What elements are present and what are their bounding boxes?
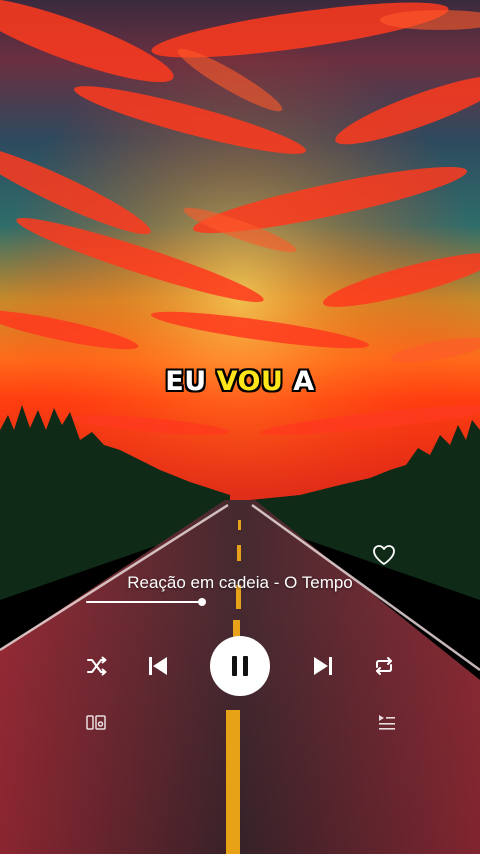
queue-icon[interactable] bbox=[378, 714, 396, 732]
progress-bar[interactable] bbox=[86, 598, 206, 606]
lyric-word: A bbox=[293, 366, 315, 397]
skip-previous-icon[interactable] bbox=[148, 656, 168, 676]
skip-next-icon[interactable] bbox=[313, 656, 333, 676]
lyric-caption: EU VOU A bbox=[0, 366, 480, 397]
devices-icon[interactable] bbox=[86, 714, 106, 732]
pause-icon bbox=[232, 656, 248, 676]
repeat-icon[interactable] bbox=[373, 656, 395, 676]
song-title: Reação em cadeia - O Tempo bbox=[127, 573, 353, 592]
lyric-word: EU bbox=[165, 366, 207, 397]
pause-button[interactable] bbox=[210, 636, 270, 696]
background-road-sunset-image bbox=[0, 0, 480, 854]
heart-icon[interactable] bbox=[372, 544, 396, 566]
music-player-screen: EU VOU A Reação em cadeia - O Tempo bbox=[0, 0, 480, 854]
shuffle-icon[interactable] bbox=[86, 656, 108, 676]
progress-fill bbox=[86, 601, 202, 603]
lyric-word-highlighted: VOU bbox=[216, 366, 284, 397]
progress-knob[interactable] bbox=[198, 598, 206, 606]
